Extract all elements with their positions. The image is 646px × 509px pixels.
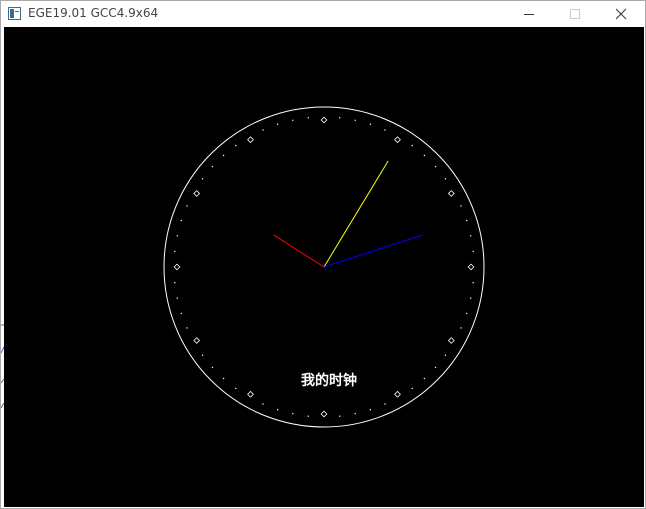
minute-mark (180, 312, 182, 315)
minute-mark (180, 219, 182, 222)
minute-mark (276, 123, 279, 126)
title-bar[interactable]: EGE19.01 GCC4.9x64 (1, 1, 645, 27)
minute-mark (262, 129, 264, 131)
minute-mark (174, 282, 176, 284)
maximize-button (570, 9, 580, 19)
hour-mark (173, 263, 181, 271)
app-window-icon (8, 7, 21, 20)
minute-mark (384, 129, 386, 131)
minute-mark (434, 366, 437, 369)
minute-mark (276, 409, 279, 411)
minute-mark (434, 165, 437, 168)
minute-mark (384, 403, 386, 405)
minute-mark (211, 366, 214, 369)
hour-mark (447, 190, 455, 197)
minute-mark (460, 205, 462, 207)
minute-mark (222, 377, 225, 380)
minute-mark (423, 377, 426, 380)
minute-mark (470, 235, 472, 237)
minute-mark (339, 415, 341, 417)
minute-mark (354, 413, 356, 415)
hour-mark (394, 390, 401, 398)
minute-mark (411, 144, 413, 147)
minute-mark (201, 178, 204, 180)
minute-mark (354, 119, 356, 122)
minute-mark (174, 250, 176, 252)
minute-mark (235, 387, 237, 390)
minute-mark (176, 235, 178, 237)
hour-mark (467, 263, 475, 271)
hour-mark (193, 337, 201, 344)
minute-mark (411, 387, 413, 390)
minute-mark (466, 312, 468, 315)
clock-face (163, 106, 485, 428)
minute-mark (176, 297, 178, 299)
clock-canvas: 我的时钟 (4, 27, 644, 507)
hour-mark (247, 136, 254, 144)
close-icon (615, 8, 627, 20)
minute-mark (472, 282, 474, 284)
hour-hand (273, 234, 325, 268)
minute-mark (369, 123, 372, 126)
minute-mark (369, 409, 372, 411)
minute-mark (423, 154, 426, 157)
minute-mark (444, 354, 447, 356)
hour-mark (320, 116, 328, 124)
hour-mark (320, 410, 328, 418)
hour-mark (447, 337, 455, 344)
minute-mark (466, 219, 468, 222)
minimize-button[interactable] (507, 1, 551, 27)
minute-mark (470, 297, 472, 299)
app-window: EGE19.01 GCC4.9x64 我的时钟 (0, 0, 646, 509)
maximize-icon (570, 9, 580, 19)
hour-mark (394, 136, 401, 144)
hour-mark (193, 190, 201, 197)
minute-mark (186, 205, 188, 207)
minute-mark (339, 117, 341, 119)
minute-mark (186, 327, 188, 329)
minute-mark (262, 403, 264, 405)
minute-mark (460, 327, 462, 329)
close-button[interactable] (599, 1, 643, 27)
minute-mark (472, 250, 474, 252)
minute-mark (292, 413, 294, 415)
minute-mark (235, 144, 237, 147)
second-hand (323, 234, 424, 268)
minute-mark (292, 119, 294, 122)
window-title: EGE19.01 GCC4.9x64 (28, 6, 159, 20)
minute-mark (307, 415, 309, 417)
minute-hand (323, 160, 389, 268)
minute-mark (222, 154, 225, 157)
clock-caption: 我的时钟 (301, 373, 357, 389)
minute-mark (201, 354, 204, 356)
background-desktop-edge (1, 324, 4, 409)
minute-mark (307, 117, 309, 119)
minute-mark (444, 178, 447, 180)
minute-mark (211, 165, 214, 168)
hour-mark (247, 390, 254, 398)
